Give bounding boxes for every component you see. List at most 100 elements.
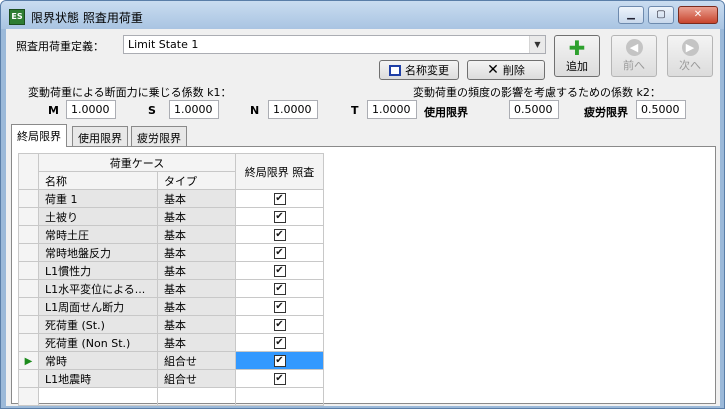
empty-cell[interactable] xyxy=(235,387,324,406)
empty-cell[interactable] xyxy=(38,387,158,406)
ultimate-check-checkbox[interactable]: ✔ xyxy=(273,229,286,241)
load-case-name-cell[interactable]: L1慣性力 xyxy=(38,261,158,280)
check-cell[interactable]: ✔ xyxy=(235,351,324,370)
add-button[interactable]: ✚ 追加 xyxy=(554,35,600,77)
load-case-name-cell[interactable]: L1周面せん断力 xyxy=(38,297,158,316)
check-cell[interactable]: ✔ xyxy=(235,225,324,244)
ultimate-check-checkbox[interactable]: ✔ xyxy=(273,265,286,277)
t-input[interactable]: 1.0000 xyxy=(367,100,417,119)
load-case-type-cell[interactable]: 基本 xyxy=(157,189,236,208)
arrow-right-circle-icon: ▶ xyxy=(681,39,699,56)
ultimate-check-checkbox[interactable]: ✔ xyxy=(273,355,286,367)
check-column-header[interactable]: 終局限界 照査 xyxy=(235,153,324,190)
name-column-header[interactable]: 名称 xyxy=(38,171,158,190)
table-row[interactable]: 死荷重 (Non St.) 基本 ✔ xyxy=(18,333,324,352)
load-case-name-cell[interactable]: 常時土圧 xyxy=(38,225,158,244)
table-row[interactable]: L1周面せん断力 基本 ✔ xyxy=(18,297,324,316)
load-case-type-cell[interactable]: 基本 xyxy=(157,279,236,298)
tab-ultimate[interactable]: 終局限界 xyxy=(11,124,67,147)
check-cell[interactable]: ✔ xyxy=(235,279,324,298)
load-case-type-cell[interactable]: 基本 xyxy=(157,333,236,352)
load-case-type-cell[interactable]: 基本 xyxy=(157,261,236,280)
row-header[interactable] xyxy=(18,261,39,280)
close-button[interactable]: ✕ xyxy=(678,6,718,24)
maximize-button[interactable]: ▢ xyxy=(648,6,674,24)
rename-button[interactable]: 名称変更 xyxy=(379,60,459,80)
ultimate-check-checkbox[interactable]: ✔ xyxy=(273,193,286,205)
ultimate-check-checkbox[interactable]: ✔ xyxy=(273,283,286,295)
check-cell[interactable]: ✔ xyxy=(235,315,324,334)
load-case-type-cell[interactable]: 組合せ xyxy=(157,351,236,370)
row-header[interactable] xyxy=(18,279,39,298)
row-header[interactable] xyxy=(18,333,39,352)
empty-cell[interactable] xyxy=(157,387,236,406)
table-row[interactable]: 常時地盤反力 基本 ✔ xyxy=(18,243,324,262)
table-row[interactable]: 死荷重 (St.) 基本 ✔ xyxy=(18,315,324,334)
load-case-name-cell[interactable]: 常時 xyxy=(38,351,158,370)
row-header[interactable]: ▶ xyxy=(18,351,39,370)
chevron-down-icon[interactable]: ▼ xyxy=(529,36,545,53)
tab-fatigue[interactable]: 疲労限界 xyxy=(131,126,187,146)
empty-cell[interactable] xyxy=(18,387,39,406)
ultimate-check-checkbox[interactable]: ✔ xyxy=(273,319,286,331)
load-case-name-cell[interactable]: 死荷重 (Non St.) xyxy=(38,333,158,352)
load-case-type-cell[interactable]: 基本 xyxy=(157,243,236,262)
check-cell[interactable]: ✔ xyxy=(235,333,324,352)
fatigue-input[interactable]: 0.5000 xyxy=(636,100,686,119)
prev-button[interactable]: ◀ 前へ xyxy=(611,35,657,77)
check-cell[interactable]: ✔ xyxy=(235,261,324,280)
load-case-type-cell[interactable]: 基本 xyxy=(157,225,236,244)
table-row[interactable]: 荷重 1 基本 ✔ xyxy=(18,189,324,208)
load-case-name-cell[interactable]: L1水平変位による... xyxy=(38,279,158,298)
check-cell[interactable]: ✔ xyxy=(235,369,324,388)
delete-label: 削除 xyxy=(502,64,525,77)
row-header[interactable] xyxy=(18,243,39,262)
load-case-name-cell[interactable]: L1地震時 xyxy=(38,369,158,388)
load-case-name-cell[interactable]: 死荷重 (St.) xyxy=(38,315,158,334)
n-input[interactable]: 1.0000 xyxy=(268,100,318,119)
table-row[interactable]: L1水平変位による... 基本 ✔ xyxy=(18,279,324,298)
table-row[interactable]: ▶ 常時 組合せ ✔ xyxy=(18,351,324,370)
s-input[interactable]: 1.0000 xyxy=(169,100,219,119)
fatigue-label: 疲労限界 xyxy=(584,106,628,119)
service-input[interactable]: 0.5000 xyxy=(509,100,559,119)
definition-select[interactable]: Limit State 1 ▼ xyxy=(123,35,546,54)
row-header[interactable] xyxy=(18,225,39,244)
check-cell[interactable]: ✔ xyxy=(235,207,324,226)
ultimate-check-checkbox[interactable]: ✔ xyxy=(273,301,286,313)
check-cell[interactable]: ✔ xyxy=(235,189,324,208)
check-cell[interactable]: ✔ xyxy=(235,297,324,316)
ultimate-check-checkbox[interactable]: ✔ xyxy=(273,373,286,385)
row-header[interactable] xyxy=(18,189,39,208)
ultimate-check-checkbox[interactable]: ✔ xyxy=(273,211,286,223)
k2-label: 変動荷重の頻度の影響を考慮するための係数 k2： xyxy=(413,86,661,99)
load-case-type-cell[interactable]: 基本 xyxy=(157,315,236,334)
ultimate-check-checkbox[interactable]: ✔ xyxy=(273,337,286,349)
check-cell[interactable]: ✔ xyxy=(235,243,324,262)
m-input[interactable]: 1.0000 xyxy=(66,100,116,119)
load-case-name-cell[interactable]: 荷重 1 xyxy=(38,189,158,208)
load-case-name-cell[interactable]: 常時地盤反力 xyxy=(38,243,158,262)
table-row[interactable]: L1慣性力 基本 ✔ xyxy=(18,261,324,280)
ultimate-check-checkbox[interactable]: ✔ xyxy=(273,247,286,259)
table-row[interactable]: L1地震時 組合せ ✔ xyxy=(18,369,324,388)
table-row[interactable]: 常時土圧 基本 ✔ xyxy=(18,225,324,244)
maximize-icon: ▢ xyxy=(656,9,666,20)
load-case-type-cell[interactable]: 基本 xyxy=(157,297,236,316)
load-case-name-cell[interactable]: 土被り xyxy=(38,207,158,226)
title-bar[interactable]: ES 限界状態 照査用荷重 ▁ ▢ ✕ xyxy=(1,1,724,29)
load-case-type-cell[interactable]: 組合せ xyxy=(157,369,236,388)
new-row[interactable] xyxy=(18,387,324,406)
row-header[interactable] xyxy=(18,207,39,226)
load-case-type-cell[interactable]: 基本 xyxy=(157,207,236,226)
next-button[interactable]: ▶ 次へ xyxy=(667,35,713,77)
type-column-header[interactable]: タイプ xyxy=(157,171,236,190)
t-label: T xyxy=(351,104,359,117)
row-header[interactable] xyxy=(18,315,39,334)
minimize-button[interactable]: ▁ xyxy=(618,6,644,24)
delete-button[interactable]: ✕ 削除 xyxy=(467,60,545,80)
row-header[interactable] xyxy=(18,369,39,388)
tab-service[interactable]: 使用限界 xyxy=(72,126,128,146)
table-row[interactable]: 土被り 基本 ✔ xyxy=(18,207,324,226)
row-header[interactable] xyxy=(18,297,39,316)
